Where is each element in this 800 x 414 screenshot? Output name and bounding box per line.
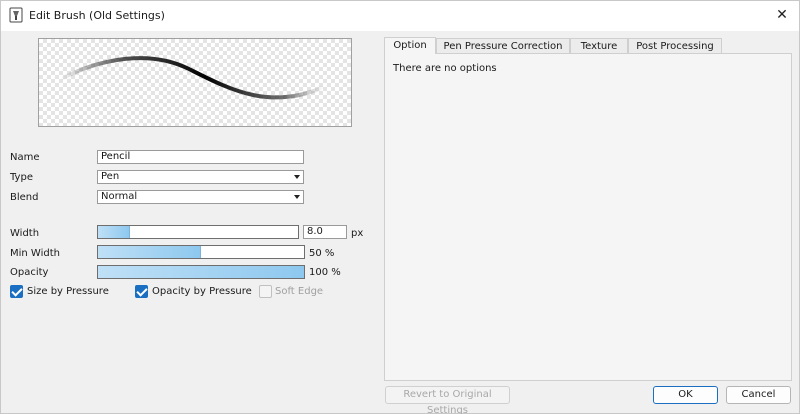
type-label: Type (10, 172, 33, 183)
size-by-pressure-label: Size by Pressure (27, 286, 109, 297)
close-icon: ✕ (776, 7, 788, 23)
width-value-field[interactable]: 8.0 (303, 225, 347, 239)
width-unit: px (351, 228, 364, 239)
brush-app-icon (9, 7, 23, 23)
size-by-pressure-checkbox[interactable] (10, 285, 23, 298)
chevron-down-icon (294, 175, 300, 179)
no-options-message: There are no options (393, 63, 497, 74)
chevron-down-icon (294, 195, 300, 199)
soft-edge-checkbox[interactable] (259, 285, 272, 298)
opacity-slider[interactable] (97, 265, 305, 279)
min-width-slider-fill (98, 246, 201, 258)
tab-post-processing[interactable]: Post Processing (628, 38, 722, 54)
brush-preview (38, 38, 352, 127)
option-panel (384, 53, 792, 381)
opacity-slider-fill (98, 266, 304, 278)
opacity-label: Opacity (10, 267, 49, 278)
brush-stroke-preview (59, 56, 326, 100)
close-button[interactable]: ✕ (767, 1, 797, 29)
blend-label: Blend (10, 192, 39, 203)
width-slider-fill (98, 226, 130, 238)
name-field[interactable]: Pencil (97, 150, 304, 164)
cancel-button[interactable]: Cancel (726, 386, 791, 404)
revert-button[interactable]: Revert to Original Settings (385, 386, 510, 414)
opacity-by-pressure-checkbox[interactable] (135, 285, 148, 298)
title-bar: Edit Brush (Old Settings) ✕ (1, 1, 799, 31)
tab-texture[interactable]: Texture (570, 38, 628, 54)
ok-button[interactable]: OK (653, 386, 718, 404)
soft-edge-label: Soft Edge (275, 286, 324, 297)
opacity-by-pressure-label: Opacity by Pressure (152, 286, 252, 297)
blend-select[interactable]: Normal (97, 190, 304, 204)
opacity-value: 100 % (309, 267, 341, 278)
name-label: Name (10, 152, 40, 163)
width-label: Width (10, 228, 40, 239)
blend-select-value: Normal (101, 191, 138, 202)
tab-option[interactable]: Option (384, 37, 436, 54)
width-slider[interactable] (97, 225, 299, 239)
tab-pen-pressure-correction[interactable]: Pen Pressure Correction (436, 38, 570, 54)
type-select[interactable]: Pen (97, 170, 304, 184)
type-select-value: Pen (101, 171, 120, 182)
min-width-value: 50 % (309, 248, 335, 259)
window-title: Edit Brush (Old Settings) (29, 9, 165, 22)
edit-brush-dialog: Edit Brush (Old Settings) ✕ Name Pencil … (0, 0, 800, 414)
min-width-label: Min Width (10, 248, 60, 259)
min-width-slider[interactable] (97, 245, 305, 259)
